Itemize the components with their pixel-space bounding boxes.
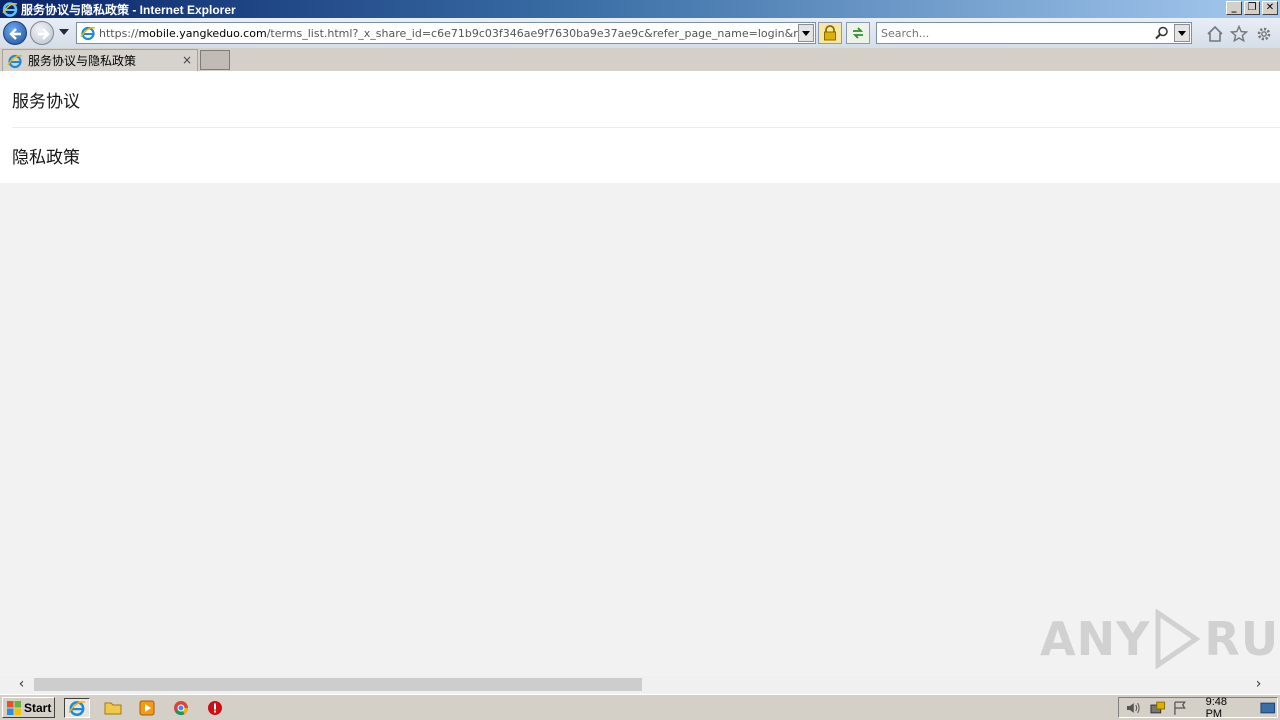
internet-explorer-icon [80, 26, 96, 41]
taskbar: Start 9:48 PM [0, 694, 1280, 720]
taskbar-explorer[interactable] [100, 698, 126, 718]
start-button[interactable]: Start [2, 697, 55, 718]
windows-flag-icon [7, 700, 21, 715]
anyrun-watermark: ANY RUN [1040, 609, 1280, 669]
page-content: 服务协议 隐私政策 ANY RUN [0, 71, 1280, 676]
search-provider-dropdown[interactable] [1174, 24, 1190, 42]
search-input[interactable] [877, 23, 1147, 43]
recent-pages-dropdown[interactable] [59, 29, 69, 35]
search-box[interactable] [876, 22, 1192, 44]
forward-button[interactable] [30, 21, 54, 45]
back-arrow-icon [9, 28, 21, 40]
internet-explorer-icon [68, 701, 86, 716]
list-item-privacy-policy[interactable]: 隐私政策 [12, 127, 1280, 183]
close-button[interactable]: ✕ [1262, 1, 1278, 15]
terms-list: 服务协议 隐私政策 [0, 71, 1280, 183]
tab-terms[interactable]: 服务协议与隐私政策 × [2, 49, 198, 71]
url-host: mobile.yangkeduo.com [138, 26, 267, 40]
taskbar-media-player[interactable] [134, 698, 160, 718]
tab-close-button[interactable]: × [182, 53, 192, 67]
start-label: Start [24, 700, 52, 715]
minimize-button[interactable]: _ [1226, 1, 1242, 15]
address-bar[interactable]: https://mobile.yangkeduo.com/terms_list.… [76, 22, 816, 44]
tab-bar: 服务协议与隐私政策 × [0, 48, 1280, 71]
back-button[interactable] [3, 21, 27, 45]
star-icon[interactable] [1230, 25, 1248, 43]
url-scheme: https:// [99, 26, 139, 40]
security-report-button[interactable] [818, 22, 842, 44]
chrome-icon [174, 701, 189, 716]
watermark-right-text: RUN [1204, 612, 1280, 666]
play-icon [1155, 609, 1201, 669]
scroll-right-button[interactable]: › [1250, 677, 1267, 692]
new-tab-button[interactable] [200, 50, 230, 70]
restore-button[interactable]: ❐ [1244, 1, 1260, 15]
url-path: /terms_list.html?_x_share_id=c6e71b9c03f… [266, 26, 799, 40]
taskbar-opera[interactable] [202, 698, 228, 718]
folder-icon [104, 702, 122, 715]
window-title-bar[interactable]: 服务协议与隐私政策 - Internet Explorer _ ❐ ✕ [0, 0, 1280, 18]
system-tray: 9:48 PM [1118, 696, 1278, 720]
address-url[interactable]: https://mobile.yangkeduo.com/terms_list.… [99, 27, 799, 40]
speaker-icon[interactable] [1125, 700, 1143, 716]
scroll-left-button[interactable]: ‹ [13, 677, 30, 692]
address-dropdown-button[interactable] [798, 24, 814, 42]
navigation-bar: https://mobile.yangkeduo.com/terms_list.… [0, 18, 1280, 48]
list-item-service-agreement[interactable]: 服务协议 [12, 71, 1280, 127]
padlock-icon [824, 25, 836, 41]
media-player-icon [139, 700, 155, 716]
refresh-button[interactable] [846, 22, 870, 44]
internet-explorer-icon [7, 54, 23, 68]
refresh-icon [852, 27, 864, 39]
taskbar-clock[interactable]: 9:48 PM [1206, 696, 1246, 720]
forward-arrow-icon [38, 28, 50, 40]
tab-label: 服务协议与隐私政策 [28, 54, 137, 68]
show-desktop-icon[interactable] [1259, 700, 1277, 716]
gear-icon[interactable] [1255, 25, 1273, 43]
watermark-left-text: ANY [1040, 612, 1151, 666]
taskbar-chrome[interactable] [168, 698, 194, 718]
opera-icon [208, 701, 222, 715]
window-title: 服务协议与隐私政策 - Internet Explorer [21, 2, 236, 17]
internet-explorer-icon [2, 2, 18, 17]
horizontal-scrollbar[interactable]: ‹ › [0, 676, 1280, 693]
home-icon[interactable] [1206, 25, 1224, 43]
window-controls: _ ❐ ✕ [1226, 1, 1278, 15]
taskbar-internet-explorer[interactable] [64, 698, 90, 718]
scrollbar-thumb[interactable] [34, 678, 642, 691]
action-center-flag-icon[interactable] [1172, 700, 1190, 716]
magnifier-icon[interactable] [1155, 26, 1169, 40]
network-icon[interactable] [1149, 700, 1167, 716]
